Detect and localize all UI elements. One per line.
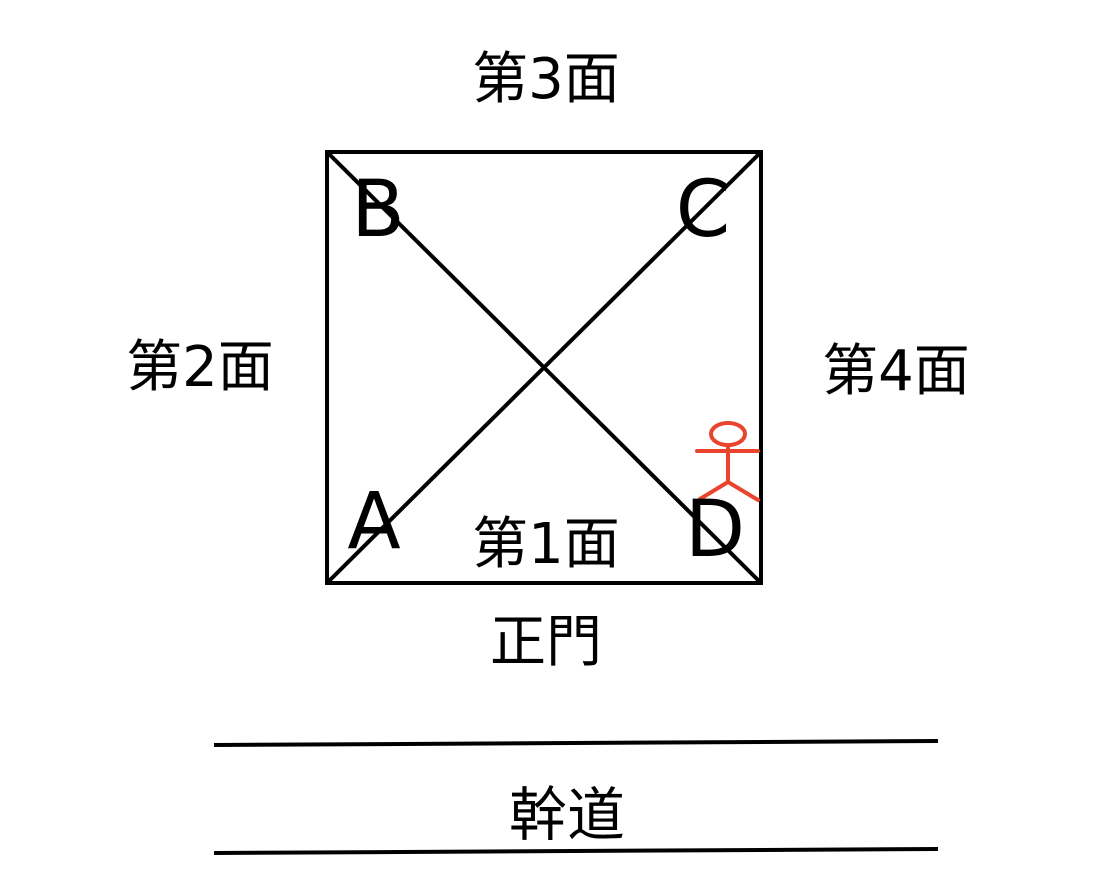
face-label-left: 第2面 (126, 335, 274, 400)
corner-label-c: C (675, 165, 731, 255)
corner-label-a: A (347, 477, 401, 567)
site-diagram (213, 150, 939, 855)
corner-label-b: B (351, 165, 405, 255)
road-top-line (213, 739, 939, 747)
face-label-right: 第4面 (822, 339, 970, 404)
face-label-front: 第1面 (472, 512, 620, 577)
main-road-label: 幹道 (508, 781, 626, 849)
face-label-back: 第3面 (472, 47, 620, 112)
main-gate-label: 正門 (490, 610, 602, 675)
corner-label-d: D (684, 485, 746, 575)
road-bottom-line (213, 847, 939, 855)
